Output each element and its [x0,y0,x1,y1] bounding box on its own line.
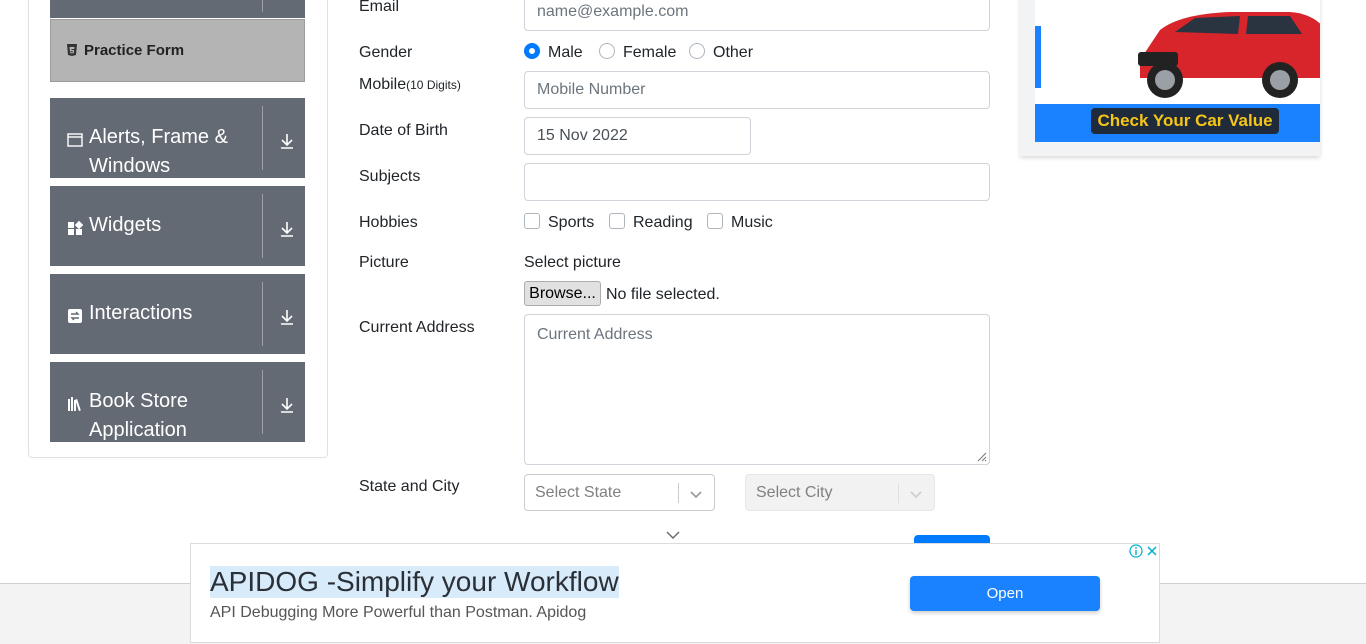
mobile-label-text: Mobile [359,76,407,93]
separator [898,483,899,503]
city-placeholder: Select City [756,484,833,501]
mobile-hint: (10 Digits) [406,78,461,92]
sidebar-group-label: Alerts, Frame & Windows [89,126,228,177]
hobby-sports-label[interactable]: Sports [548,214,594,232]
download-icon [281,398,293,413]
resize-handle-icon[interactable] [975,450,987,462]
gender-label: Gender [359,44,413,61]
books-icon [68,397,81,412]
sidebar-item-practice-form[interactable]: Practice Form [50,19,305,82]
car-ad-banner[interactable]: Check Your Car Value [1020,0,1320,156]
gender-female-radio[interactable] [599,43,615,59]
sidebar-group-alerts[interactable]: Alerts, Frame & Windows [50,98,305,178]
date-of-birth-input[interactable]: 15 Nov 2022 [524,117,751,155]
state-select[interactable]: Select State [524,474,715,511]
subjects-input[interactable] [524,163,990,201]
window-icon [67,133,83,147]
separator [262,106,263,170]
info-icon[interactable] [1129,544,1143,558]
browse-button[interactable]: Browse... [524,281,601,306]
current-address-label: Current Address [359,319,475,336]
hobbies-label: Hobbies [359,214,418,231]
mobile-label: Mobile(10 Digits) [359,76,461,94]
gender-other-label[interactable]: Other [713,44,753,62]
separator [262,370,263,434]
mobile-field[interactable]: Mobile Number [524,71,990,109]
ad-title[interactable]: APIDOG -Simplify your Workflow [210,566,619,598]
mobile-placeholder: Mobile Number [537,81,646,98]
sidebar-group-label: Book Store Application [89,390,188,441]
apidog-ad-banner[interactable]: APIDOG -Simplify your Workflow API Debug… [190,543,1160,643]
current-address-textarea[interactable]: Current Address [524,314,990,465]
hobby-music-checkbox[interactable] [707,213,723,229]
chevron-down-icon[interactable] [666,530,680,540]
sidebar-group-elements[interactable] [50,0,305,18]
address-placeholder: Current Address [537,326,653,343]
ad-open-button[interactable]: Open [910,576,1100,611]
file-status: No file selected. [606,286,720,303]
ad-accent [1035,26,1041,88]
sidebar-group-interactions[interactable]: Interactions [50,274,305,354]
chevron-down-icon [910,491,922,499]
sidebar-group-book-store[interactable]: Book Store Application [50,362,305,442]
state-placeholder: Select State [535,484,622,501]
state-city-label: State and City [359,478,460,495]
sidebar-group-widgets[interactable]: Widgets [50,186,305,266]
email-field[interactable]: name@example.com [524,0,990,31]
subjects-label: Subjects [359,168,421,185]
interactions-icon [68,309,82,323]
widgets-icon [68,220,83,235]
email-placeholder: name@example.com [537,3,689,20]
city-select[interactable]: Select City [745,474,935,511]
separator [678,483,679,503]
ad-image: Check Your Car Value [1035,0,1320,142]
close-icon[interactable] [1145,544,1159,558]
dob-value: 15 Nov 2022 [537,127,628,144]
separator [262,0,263,12]
ad-cta-bar: Check Your Car Value [1035,104,1320,142]
hobby-reading-label[interactable]: Reading [633,214,693,232]
dob-label: Date of Birth [359,122,448,139]
gender-female-label[interactable]: Female [623,44,676,62]
html-file-icon [67,44,77,56]
car-image [1138,12,1320,98]
ad-cta-button[interactable]: Check Your Car Value [1091,108,1279,134]
download-icon [281,222,293,237]
sidebar-item-label: Practice Form [84,42,185,59]
hobby-reading-checkbox[interactable] [609,213,625,229]
download-icon [281,134,293,149]
sidebar-group-label: Interactions [89,302,193,324]
separator [262,194,263,258]
gender-male-radio[interactable] [524,43,540,59]
sidebar-group-label: Widgets [89,214,162,236]
hobby-music-label[interactable]: Music [731,214,773,232]
separator [262,282,263,346]
chevron-down-icon [690,491,702,499]
gender-male-label[interactable]: Male [548,44,583,62]
select-picture-label: Select picture [524,254,621,271]
hobby-sports-checkbox[interactable] [524,213,540,229]
gender-other-radio[interactable] [689,43,705,59]
ad-subtitle: API Debugging More Powerful than Postman… [210,604,587,621]
download-icon [281,310,293,325]
email-label: Email [359,0,400,15]
picture-label: Picture [359,254,409,271]
